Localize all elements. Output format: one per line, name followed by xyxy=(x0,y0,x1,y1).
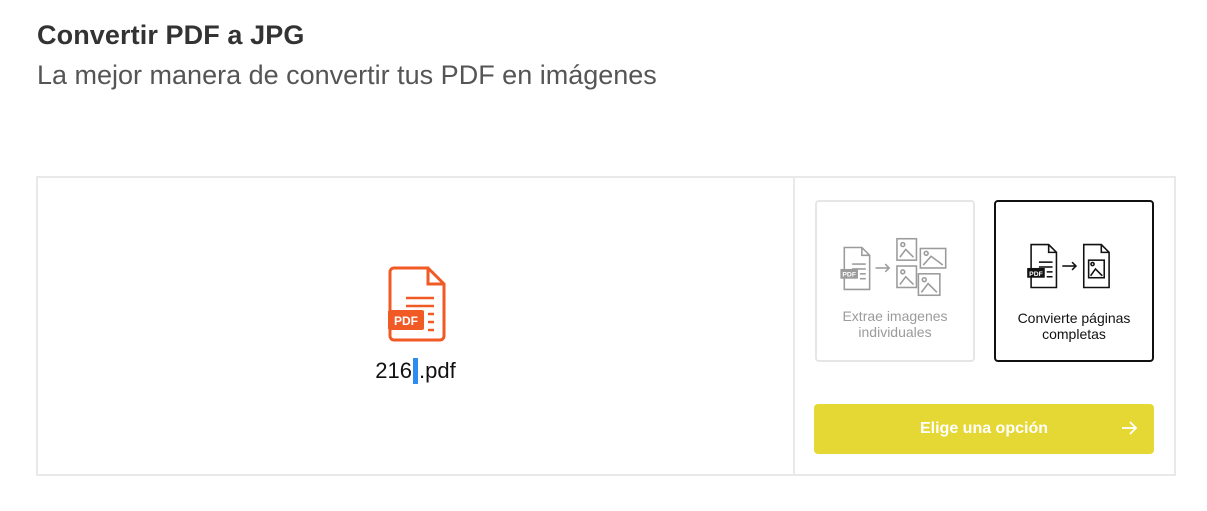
svg-text:PDF: PDF xyxy=(1029,271,1043,278)
extract-images-icon: PDF xyxy=(840,237,947,297)
text-cursor xyxy=(413,358,418,384)
option-convert-label: Convierte páginas completas xyxy=(1017,310,1131,342)
choose-option-label: Elige una opción xyxy=(919,420,1048,437)
page-subtitle: La mejor manera de convertir tus PDF en … xyxy=(37,60,657,90)
panel-divider xyxy=(793,178,795,474)
convert-pages-icon: PDF xyxy=(1027,243,1110,289)
option-convert-pages[interactable]: PDF Convierte páginas completas xyxy=(994,200,1154,362)
option-extract-images[interactable]: PDF Extrae imagenes individuales xyxy=(815,200,975,362)
option-extract-label: Extrae imagenes individuales xyxy=(842,308,948,340)
choose-option-button[interactable]: Elige una opción xyxy=(814,404,1154,454)
file-name[interactable]: 216 .pdf xyxy=(38,358,793,384)
file-name-extension: .pdf xyxy=(419,358,456,383)
page-title: Convertir PDF a JPG xyxy=(37,20,305,50)
file-preview-area: PDF 216 .pdf xyxy=(38,178,793,474)
svg-text:PDF: PDF xyxy=(842,272,856,279)
pdf-badge: PDF xyxy=(394,314,418,328)
file-name-base: 216 xyxy=(375,358,412,383)
pdf-file-icon: PDF xyxy=(388,266,446,342)
arrow-right-icon xyxy=(1122,421,1138,435)
converter-panel: PDF 216 .pdf PDF Extrae imagenes individ… xyxy=(36,176,1176,476)
